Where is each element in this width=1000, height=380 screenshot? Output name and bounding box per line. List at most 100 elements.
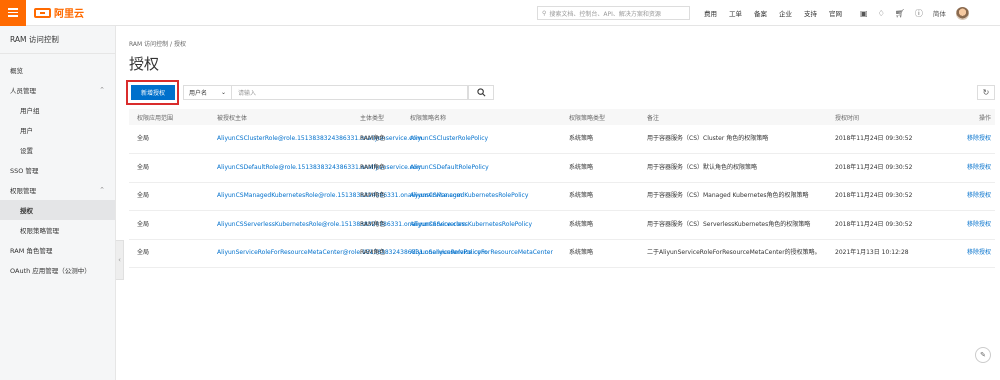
- main-content: RAM 访问控制 / 授权 授权 新增授权 用户名 ⌄ 请输入 ↻ 权限应用范围…: [125, 26, 1000, 380]
- sidebar-item-label: 设置: [20, 147, 33, 155]
- top-link-beian[interactable]: 备案: [754, 8, 767, 18]
- feedback-icon: ✎: [980, 351, 986, 359]
- cell-principal-link[interactable]: AliyunCSDefaultRole@role.151383832438633…: [209, 153, 423, 183]
- filter-input[interactable]: 请输入: [232, 85, 468, 100]
- sidebar-item-oauth[interactable]: OAuth 应用管理（公测中）: [0, 260, 115, 280]
- sidebar: RAM 访问控制 概览 人员管理 ⌃ 用户组 用户 设置 SSO 管理 权限管理 ⌃…: [0, 26, 116, 380]
- sidebar-item-grants[interactable]: 授权: [0, 200, 115, 220]
- terminal-icon[interactable]: ▣: [860, 9, 868, 18]
- remove-grant-link[interactable]: 移除授权: [937, 210, 995, 240]
- sidebar-item-users[interactable]: 用户: [0, 120, 115, 140]
- page-title: 授权: [129, 55, 160, 73]
- sidebar-item-label: 用户: [20, 127, 33, 135]
- grants-table: 权限应用范围 被授权主体 主体类型 权限策略名称 权限策略类型 备注 授权时间 …: [129, 109, 995, 268]
- bell-icon[interactable]: ♢: [878, 9, 885, 18]
- cell-policy-type: 系统策略: [561, 153, 639, 183]
- top-bar: 阿里云 ⚲ 搜索文档、控制台、API、解决方案和资源 费用 工单 备案 企业 支…: [0, 0, 1000, 26]
- cell-policy-type: 系统策略: [561, 239, 639, 268]
- cell-scope: 全局: [129, 153, 209, 183]
- remove-grant-link[interactable]: 移除授权: [937, 182, 995, 211]
- remove-grant-link[interactable]: 移除授权: [937, 239, 995, 268]
- cell-note: 用于容器服务（CS）Managed Kubernetes角色的权限策略: [639, 182, 827, 211]
- sidebar-item-overview[interactable]: 概览: [0, 60, 115, 80]
- sidebar-item-label: 人员管理: [10, 87, 36, 95]
- cell-principal-link[interactable]: AliyunCSServerlessKubernetesRole@role.15…: [209, 210, 466, 240]
- col-header-grant-time: 授权时间: [827, 109, 937, 125]
- help-icon[interactable]: ⓘ: [915, 8, 923, 19]
- remove-grant-link[interactable]: 移除授权: [937, 153, 995, 183]
- sidebar-item-policies[interactable]: 权限策略管理: [0, 220, 115, 240]
- cell-note: 用于容器服务（CS）Cluster 角色的权限策略: [639, 125, 827, 154]
- cell-policy-link[interactable]: AliyunCSDefaultRolePolicy: [402, 153, 561, 183]
- cell-principal-link[interactable]: AliyunCSManagedKubernetesRole@role.15138…: [209, 182, 462, 211]
- sidebar-collapse-handle[interactable]: ‹: [116, 240, 124, 280]
- top-link-ticket[interactable]: 工单: [729, 8, 742, 18]
- table-row: 全局 AliyunCSManagedKubernetesRole@role.15…: [129, 182, 995, 211]
- table-row: 全局 AliyunCSClusterRole@role.151383832438…: [129, 125, 995, 154]
- sidebar-item-sso[interactable]: SSO 管理: [0, 160, 115, 180]
- sidebar-item-groups[interactable]: 用户组: [0, 100, 115, 120]
- cell-note: 二于AliyunServiceRoleForResourceMetaCenter…: [639, 239, 827, 268]
- aliyun-logo[interactable]: 阿里云: [34, 5, 84, 20]
- global-search-input[interactable]: ⚲ 搜索文档、控制台、API、解决方案和资源: [537, 6, 690, 20]
- aliyun-logo-icon: [34, 7, 51, 18]
- sidebar-item-settings[interactable]: 设置: [0, 140, 115, 160]
- add-grant-button[interactable]: 新增授权: [131, 85, 175, 100]
- search-placeholder: 搜索文档、控制台、API、解决方案和资源: [549, 10, 661, 18]
- sidebar-item-permissions[interactable]: 权限管理 ⌃: [0, 180, 115, 200]
- sidebar-item-label: SSO 管理: [10, 167, 39, 175]
- col-header-policy-name: 权限策略名称: [402, 109, 561, 125]
- sidebar-item-label: 权限策略管理: [20, 227, 59, 235]
- cell-policy-link[interactable]: AliyunCSClusterRolePolicy: [402, 125, 561, 154]
- sidebar-item-label: OAuth 应用管理（公测中）: [10, 267, 91, 275]
- sidebar-item-label: 授权: [20, 207, 33, 215]
- cell-policy-link[interactable]: AliyunServiceRolePolicyForResourceMetaCe…: [402, 239, 561, 268]
- top-link-official[interactable]: 官网: [829, 8, 842, 18]
- sidebar-item-label: 概览: [10, 67, 23, 75]
- breadcrumb[interactable]: RAM 访问控制 / 授权: [129, 39, 186, 48]
- top-link-support[interactable]: 支持: [804, 8, 817, 18]
- logo-text: 阿里云: [54, 9, 84, 20]
- sidebar-item-ram-roles[interactable]: RAM 角色管理: [0, 240, 115, 260]
- col-header-principal-type: 主体类型: [352, 109, 402, 125]
- cell-note: 用于容器服务（CS）默认角色的权限策略: [639, 153, 827, 183]
- table-row: 全局 AliyunCSDefaultRole@role.151383832438…: [129, 153, 995, 183]
- top-link-fee[interactable]: 费用: [704, 8, 717, 18]
- search-icon: [476, 88, 485, 97]
- col-header-policy-type: 权限策略类型: [561, 109, 639, 125]
- cell-grant-time: 2018年11月24日 09:30:52: [827, 153, 937, 183]
- cell-note: 用于容器服务（CS）ServerlessKubernetes角色的权限策略: [639, 210, 827, 240]
- cell-policy-type: 系统策略: [561, 182, 639, 211]
- language-switch[interactable]: 简体: [933, 8, 946, 18]
- cart-icon[interactable]: 🛒︎: [895, 9, 905, 18]
- top-links: 费用 工单 备案 企业 支持 官网: [704, 0, 842, 26]
- cell-scope: 全局: [129, 125, 209, 154]
- cell-policy-link[interactable]: AliyunCSManagedKubernetesRolePolicy: [402, 182, 561, 211]
- top-link-enterprise[interactable]: 企业: [779, 8, 792, 18]
- filter-search-button[interactable]: [468, 85, 494, 100]
- refresh-button[interactable]: ↻: [977, 85, 995, 100]
- sidebar-item-label: RAM 角色管理: [10, 247, 53, 255]
- col-header-action: 操作: [937, 109, 995, 125]
- col-header-scope: 权限应用范围: [129, 109, 209, 125]
- filter-field-select[interactable]: 用户名 ⌄: [183, 85, 232, 100]
- feedback-button[interactable]: ✎: [975, 347, 991, 363]
- cell-policy-link[interactable]: AliyunCSServerlessKubernetesRolePolicy: [402, 210, 561, 240]
- cell-grant-time: 2021年1月13日 10:12:28: [827, 239, 937, 268]
- table-row: 全局 AliyunServiceRoleForResourceMetaCente…: [129, 239, 995, 268]
- cell-scope: 全局: [129, 210, 209, 240]
- cell-grant-time: 2018年11月24日 09:30:52: [827, 125, 937, 154]
- cell-scope: 全局: [129, 182, 209, 211]
- sidebar-item-label: 权限管理: [10, 187, 36, 195]
- sidebar-item-label: 用户组: [20, 107, 40, 115]
- cell-policy-type: 系统策略: [561, 125, 639, 154]
- hamburger-menu-icon[interactable]: [0, 0, 26, 26]
- sidebar-item-people[interactable]: 人员管理 ⌃: [0, 80, 115, 100]
- sidebar-title: RAM 访问控制: [0, 26, 115, 54]
- chevron-up-icon: ⌃: [99, 86, 105, 94]
- remove-grant-link[interactable]: 移除授权: [937, 125, 995, 154]
- cell-principal-link[interactable]: AliyunServiceRoleForResourceMetaCenter@r…: [209, 239, 487, 268]
- cell-policy-type: 系统策略: [561, 210, 639, 240]
- avatar[interactable]: [955, 6, 969, 20]
- cell-principal-link[interactable]: AliyunCSClusterRole@role.151383832438633…: [209, 125, 422, 154]
